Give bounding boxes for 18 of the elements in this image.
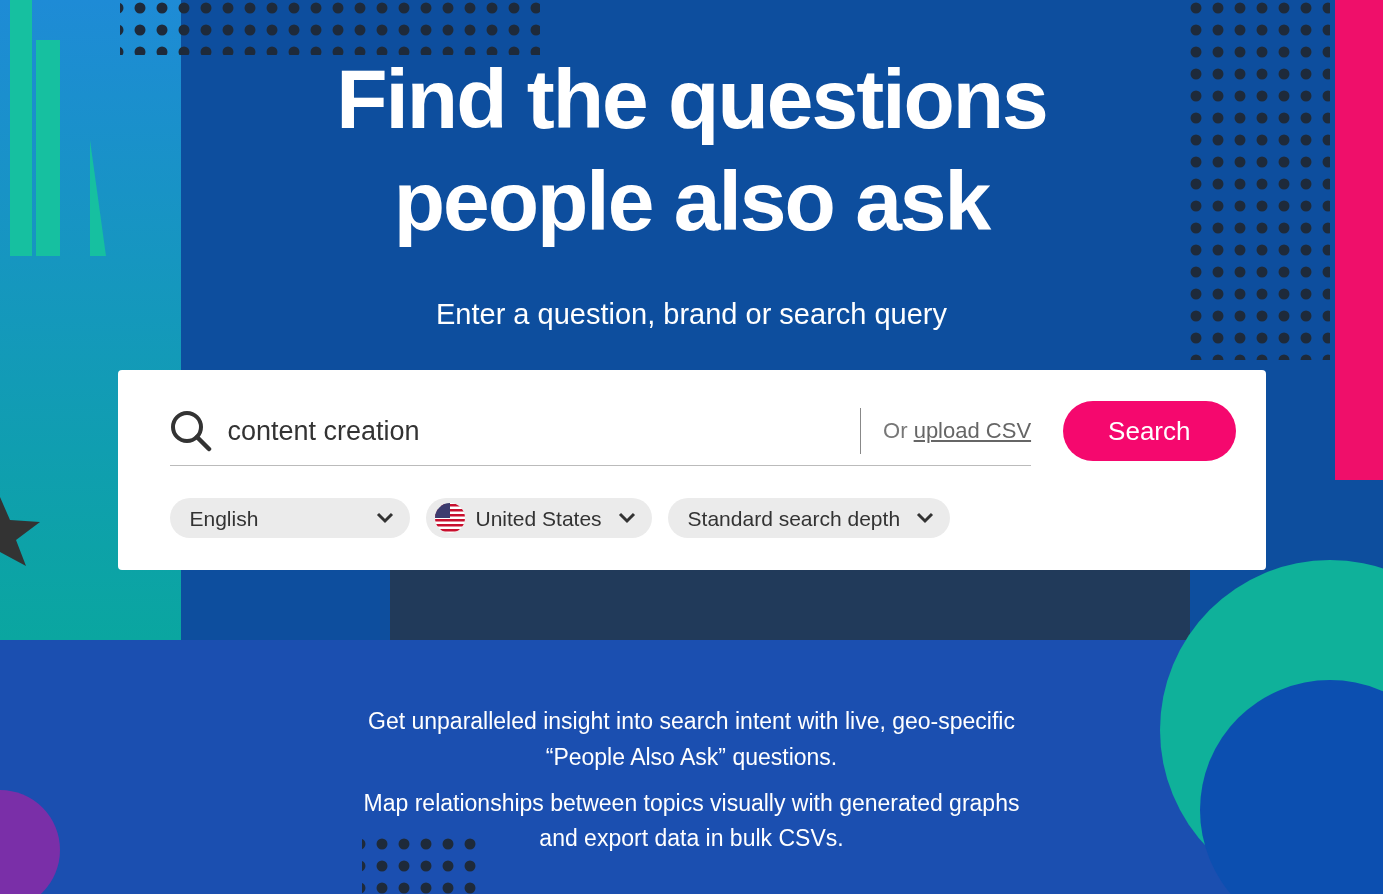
dropdown-button[interactable]: Standard search depth bbox=[667, 498, 951, 539]
chevron-down-icon bbox=[375, 512, 394, 525]
hero-title-line: Find the questions bbox=[336, 52, 1047, 146]
hero-title-line: people also ask bbox=[393, 154, 990, 249]
chevron-down-icon bbox=[617, 512, 636, 525]
star-shape bbox=[0, 497, 40, 566]
dropdown-button[interactable]: English bbox=[169, 498, 410, 539]
search-icon bbox=[169, 409, 212, 452]
hero-subtitle: Enter a question, brand or search query bbox=[436, 296, 947, 332]
chevron-down-icon bbox=[916, 512, 935, 525]
upload-csv-link[interactable]: upload CSV bbox=[913, 418, 1032, 444]
upload-text: Or upload CSV bbox=[883, 417, 1032, 446]
description-text: Map relationships between topics visually with generated graphs and export data in bulk CSVs. bbox=[362, 788, 1021, 854]
description-text: Get unparalleled insight into search intent with live, geo-specific “People Also Ask” questions. bbox=[367, 707, 1016, 773]
dropdown-button[interactable]: United States bbox=[425, 498, 652, 539]
flag-icon bbox=[433, 502, 466, 535]
search-button[interactable]: Search bbox=[1063, 401, 1236, 462]
search-field[interactable]: content creation bbox=[225, 409, 839, 453]
